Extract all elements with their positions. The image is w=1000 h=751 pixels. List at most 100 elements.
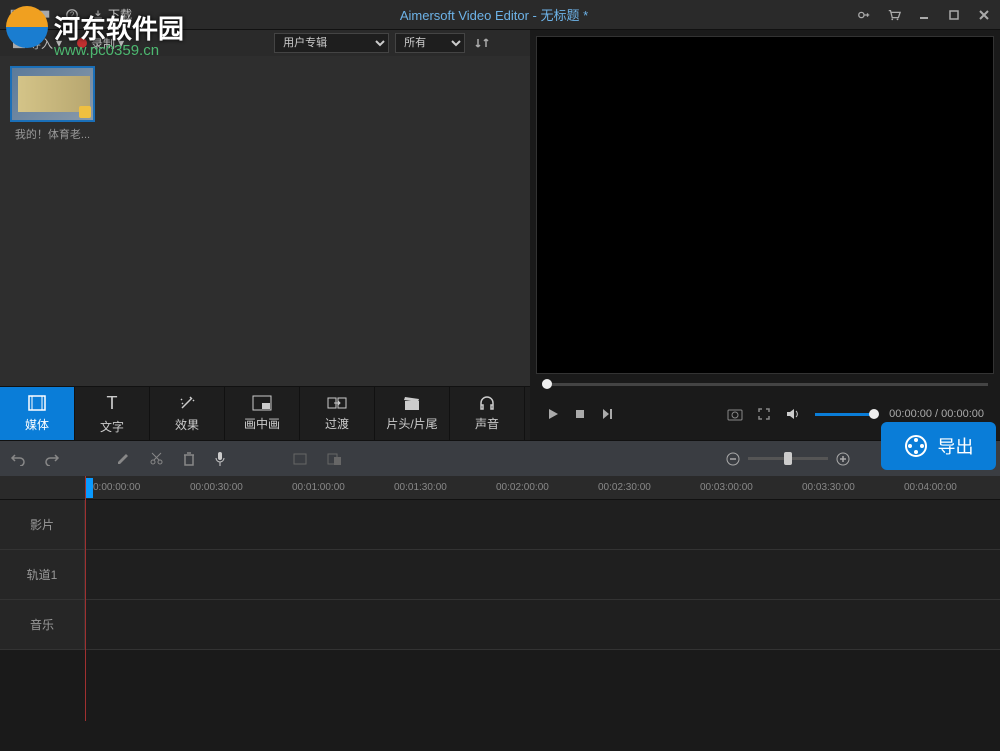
ruler-mark: 00:04:00:00 (904, 482, 957, 493)
download-label: 下载 (108, 6, 132, 23)
save-icon[interactable] (8, 7, 24, 23)
tab-effect[interactable]: 效果 (150, 387, 225, 440)
zoom-control (726, 452, 850, 466)
marker-button[interactable] (326, 452, 342, 466)
crop-button[interactable] (292, 452, 308, 466)
redo-button[interactable] (44, 452, 60, 466)
timeline: 0:00:00:00 00:00:30:00 00:01:00:00 00:01… (0, 476, 1000, 721)
volume-handle[interactable] (869, 409, 879, 419)
play-button[interactable] (546, 407, 560, 421)
reel-icon (904, 434, 928, 458)
timeline-ruler[interactable]: 0:00:00:00 00:00:30:00 00:01:00:00 00:01… (0, 476, 1000, 500)
tab-label: 过渡 (325, 415, 349, 432)
track-music: 音乐 (0, 600, 1000, 650)
wand-icon (178, 394, 196, 412)
media-item-label: 我的！体育老... (10, 126, 95, 142)
scrub-handle[interactable] (542, 379, 552, 389)
tab-sound[interactable]: 声音 (450, 387, 525, 440)
media-item[interactable]: 我的！体育老... (10, 66, 95, 142)
time-display: 00:00:00 / 00:00:00 (889, 408, 984, 420)
tab-pip[interactable]: 画中画 (225, 387, 300, 440)
tab-label: 文字 (100, 418, 124, 435)
tab-label: 画中画 (244, 415, 280, 432)
zoom-slider[interactable] (748, 457, 828, 460)
media-grid: 我的！体育老... (0, 56, 530, 386)
step-button[interactable] (600, 407, 614, 421)
ruler-mark: 00:00:30:00 (190, 482, 243, 493)
chevron-down-icon: ▾ (118, 36, 124, 50)
tab-transition[interactable]: 过渡 (300, 387, 375, 440)
tab-label: 媒体 (25, 416, 49, 433)
stop-button[interactable] (574, 408, 586, 420)
export-label: 导出 (938, 433, 974, 459)
media-thumbnail (10, 66, 95, 122)
voice-button[interactable] (214, 451, 226, 467)
track-label: 轨道1 (0, 550, 85, 599)
track-content[interactable] (85, 500, 1000, 549)
ruler-mark: 00:02:00:00 (496, 482, 549, 493)
sort-button[interactable] (471, 34, 493, 52)
transition-icon (327, 395, 347, 411)
snapshot-button[interactable] (727, 407, 743, 421)
media-panel: 导入 ▾ 录制 ▾ 用户专辑 所有 (0, 30, 530, 440)
zoom-out-button[interactable] (726, 452, 740, 466)
maximize-button[interactable] (946, 7, 962, 23)
preview-scrubber[interactable] (536, 374, 994, 394)
window-title: Aimersoft Video Editor - 无标题 * (132, 5, 856, 24)
track-overlay: 轨道1 (0, 550, 1000, 600)
edit-button[interactable] (116, 451, 131, 466)
pip-icon (252, 395, 272, 411)
tab-media[interactable]: 媒体 (0, 387, 75, 440)
playhead[interactable] (85, 478, 93, 498)
import-button[interactable]: 导入 ▾ (8, 33, 66, 54)
record-label: 录制 (91, 35, 115, 52)
record-button[interactable]: 录制 ▾ (72, 33, 128, 54)
export-button[interactable]: 导出 (881, 422, 996, 470)
preview-panel: 00:00:00 / 00:00:00 (530, 30, 1000, 440)
track-content[interactable] (85, 600, 1000, 649)
category-tabs: 媒体 T 文字 效果 画中画 过渡 (0, 386, 530, 440)
ruler-mark: 00:01:00:00 (292, 482, 345, 493)
tab-label: 片头/片尾 (386, 415, 437, 432)
key-icon[interactable] (856, 7, 872, 23)
undo-button[interactable] (10, 452, 26, 466)
tab-intro[interactable]: 片头/片尾 (375, 387, 450, 440)
cut-button[interactable] (149, 451, 164, 466)
tab-label: 声音 (475, 415, 499, 432)
tab-text[interactable]: T 文字 (75, 387, 150, 440)
cart-icon[interactable] (886, 7, 902, 23)
ruler-mark: 00:03:30:00 (802, 482, 855, 493)
track-video: 影片 (0, 500, 1000, 550)
text-icon: T (107, 393, 118, 414)
chevron-down-icon: ▾ (56, 36, 62, 50)
tab-label: 效果 (175, 416, 199, 433)
import-label: 导入 (29, 35, 53, 52)
filter-select[interactable]: 所有 (395, 33, 465, 53)
headphone-icon (478, 395, 496, 411)
playhead-line (85, 476, 86, 721)
close-button[interactable] (976, 7, 992, 23)
ruler-mark: 00:03:00:00 (700, 482, 753, 493)
delete-button[interactable] (182, 451, 196, 466)
fullscreen-button[interactable] (757, 407, 771, 421)
track-label: 影片 (0, 500, 85, 549)
ruler-mark: 0:00:00:00 (93, 482, 140, 493)
ruler-mark: 00:02:30:00 (598, 482, 651, 493)
volume-slider[interactable] (815, 413, 875, 416)
message-icon[interactable] (36, 7, 52, 23)
volume-icon[interactable] (785, 407, 801, 421)
album-select[interactable]: 用户专辑 (274, 33, 389, 53)
zoom-handle[interactable] (784, 452, 792, 465)
minimize-button[interactable] (916, 7, 932, 23)
timeline-toolbar (0, 440, 1000, 476)
help-icon[interactable]: ? (64, 7, 80, 23)
download-button[interactable]: 下载 (92, 6, 132, 23)
zoom-in-button[interactable] (836, 452, 850, 466)
media-toolbar: 导入 ▾ 录制 ▾ 用户专辑 所有 (0, 30, 530, 56)
ruler-mark: 00:01:30:00 (394, 482, 447, 493)
clapper-icon (403, 395, 421, 411)
track-content[interactable] (85, 550, 1000, 599)
film-icon (27, 394, 47, 412)
svg-text:?: ? (70, 10, 75, 19)
preview-video[interactable] (536, 36, 994, 374)
